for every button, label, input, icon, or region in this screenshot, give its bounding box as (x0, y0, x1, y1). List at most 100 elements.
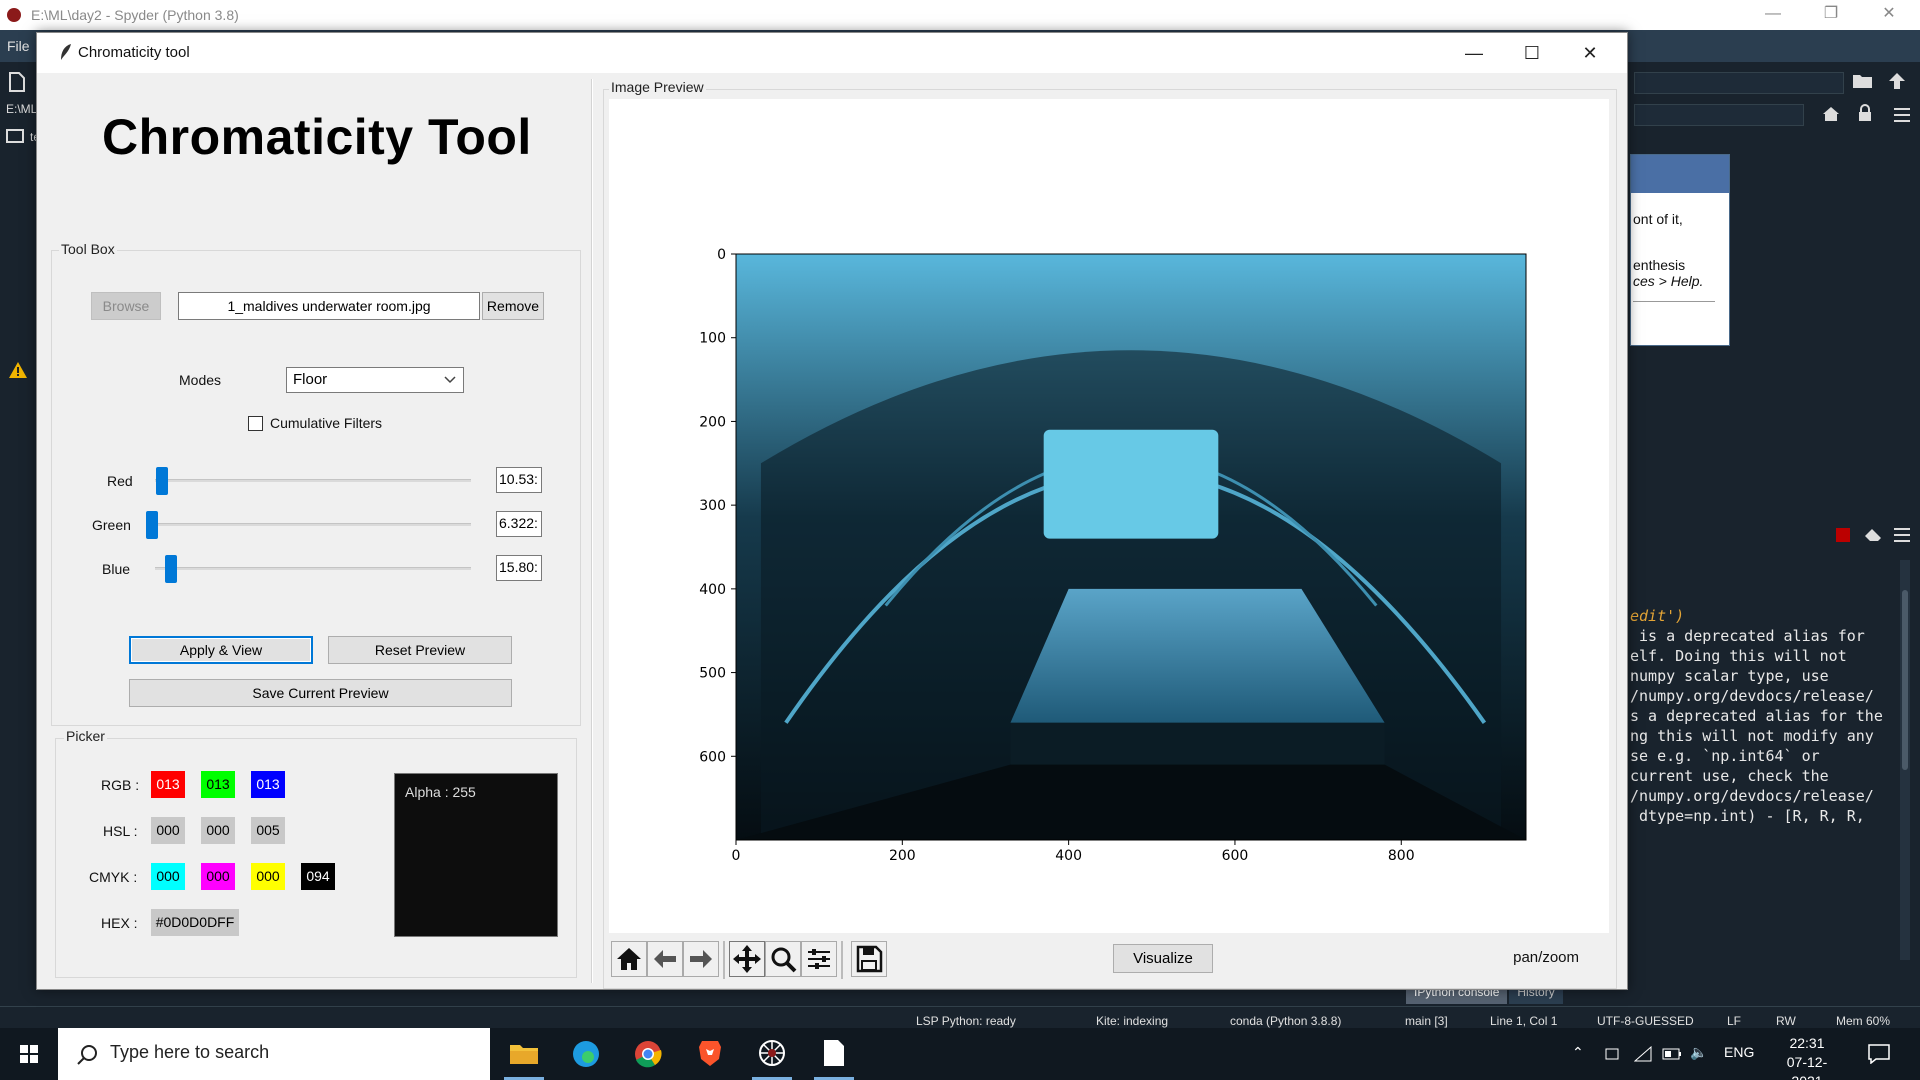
chrome-icon (635, 1041, 662, 1068)
browse-button[interactable]: Browse (91, 292, 161, 320)
console-line: is a deprecated alias for (1630, 627, 1865, 645)
cmyk-cyan-value: 000 (151, 863, 185, 890)
wifi-icon[interactable] (1634, 1046, 1652, 1062)
cumulative-filters-checkbox[interactable] (248, 416, 263, 431)
picker-label: Picker (64, 728, 107, 744)
help-pane-header (1631, 155, 1729, 193)
encoding-status: UTF-8-GUESSED (1597, 1014, 1694, 1028)
spyder-dir-combo[interactable] (1634, 72, 1844, 94)
visualize-button[interactable]: Visualize (1113, 944, 1213, 973)
hsl-lightness-value: 005 (251, 817, 285, 844)
conda-status[interactable]: conda (Python 3.8.8) (1230, 1014, 1341, 1028)
back-button[interactable] (647, 941, 683, 977)
y-tick-label: 0 (717, 247, 726, 263)
hsl-label: HSL : (103, 823, 138, 839)
remove-button[interactable]: Remove (482, 292, 544, 320)
home-help-icon[interactable] (1822, 106, 1840, 122)
green-value-field[interactable]: 6.322: (496, 511, 542, 537)
console-header (1630, 522, 1920, 550)
new-file-icon[interactable] (8, 72, 26, 92)
close-icon[interactable]: ✕ (1561, 33, 1619, 73)
volume-icon[interactable]: 🔈 (1690, 1044, 1707, 1061)
rgb-label: RGB : (101, 777, 140, 793)
save-preview-button[interactable]: Save Current Preview (129, 679, 512, 707)
pan-button[interactable] (729, 941, 765, 977)
green-slider-thumb[interactable] (146, 511, 159, 539)
red-slider-track[interactable] (155, 479, 471, 482)
search-icon (77, 1045, 97, 1065)
plot-canvas[interactable]: 0 200 400 600 800 0 100 200 300 400 500 600 (609, 99, 1609, 933)
edge-app[interactable] (556, 1028, 616, 1080)
console-scrollbar[interactable] (1900, 560, 1910, 960)
notification-icon[interactable] (1868, 1044, 1890, 1064)
language-indicator[interactable]: ENG (1724, 1044, 1754, 1060)
stop-console-icon[interactable] (1836, 528, 1850, 542)
reset-preview-button[interactable]: Reset Preview (328, 636, 512, 664)
tray-chevron-up-icon[interactable]: ⌃ (1572, 1044, 1584, 1061)
modes-dropdown[interactable]: Floor (286, 367, 464, 393)
taskbar-clock[interactable]: 22:31 07-12-2021 (1772, 1034, 1842, 1080)
green-slider-track[interactable] (155, 523, 471, 526)
spyder-app[interactable] (742, 1028, 802, 1080)
taskbar-search[interactable]: Type here to search (58, 1028, 490, 1080)
battery-icon[interactable] (1662, 1048, 1682, 1060)
console-scrollbar-thumb[interactable] (1902, 590, 1908, 770)
apply-view-button[interactable]: Apply & View (129, 636, 313, 664)
memory-status: Mem 60% (1836, 1014, 1891, 1028)
parent-dir-icon[interactable] (1888, 72, 1906, 90)
modes-label: Modes (179, 372, 222, 388)
browse-tabs-icon[interactable] (6, 128, 24, 144)
bed-base (1010, 722, 1385, 765)
open-folder-icon[interactable] (1852, 72, 1874, 90)
maximize-icon[interactable]: ☐ (1503, 33, 1561, 73)
x-tick-label: 400 (1055, 848, 1082, 864)
toolbox-label: Tool Box (59, 241, 117, 257)
kite-status[interactable]: Kite: indexing (1096, 1014, 1168, 1028)
brave-app[interactable] (680, 1028, 740, 1080)
hex-label: HEX : (101, 915, 138, 931)
configure-button[interactable] (801, 941, 837, 977)
spyder-close-icon[interactable]: ✕ (1860, 0, 1918, 30)
image-plot[interactable]: 0 200 400 600 800 0 100 200 300 400 500 600 (609, 99, 1609, 933)
back-icon (654, 950, 676, 968)
blue-slider-track[interactable] (155, 567, 471, 570)
file-name-field[interactable]: 1_maldives underwater room.jpg (178, 292, 480, 320)
console-line: ng this will not modify any (1630, 727, 1874, 745)
chrome-app[interactable] (618, 1028, 678, 1080)
spyder-minimize-icon[interactable]: — (1744, 0, 1802, 30)
eraser-icon[interactable] (1864, 528, 1882, 542)
lsp-status[interactable]: LSP Python: ready (916, 1014, 1016, 1028)
home-button[interactable] (611, 941, 647, 977)
red-value-field[interactable]: 10.53: (496, 467, 542, 493)
document-app[interactable] (804, 1028, 864, 1080)
help-menu-icon[interactable] (1894, 108, 1910, 122)
home-icon (617, 948, 641, 970)
file-explorer-app[interactable] (494, 1028, 554, 1080)
git-status: main [3] (1405, 1014, 1448, 1028)
console-line: dtype=np.int) - [R, R, R, (1630, 807, 1865, 825)
people-icon[interactable] (1604, 1046, 1620, 1062)
toolbar-separator (841, 941, 843, 979)
forward-button[interactable] (683, 941, 719, 977)
blue-value-field[interactable]: 15.80: (496, 555, 542, 581)
help-source-combo[interactable] (1634, 104, 1804, 126)
console-menu-icon[interactable] (1894, 528, 1910, 542)
minimize-icon[interactable]: — (1445, 33, 1503, 73)
spyder-restore-icon[interactable]: ❐ (1802, 0, 1860, 30)
windows-start-icon[interactable] (0, 1028, 58, 1080)
clock-time: 22:31 (1789, 1035, 1825, 1051)
blue-slider-thumb[interactable] (165, 555, 178, 583)
pane-divider[interactable] (591, 79, 593, 983)
save-icon (856, 945, 883, 973)
chevron-down-icon (444, 376, 456, 384)
help-divider (1633, 301, 1715, 302)
zoom-button[interactable] (765, 941, 801, 977)
console-line: elf. Doing this will not (1630, 647, 1847, 665)
red-slider-thumb[interactable] (155, 467, 168, 495)
lock-icon[interactable] (1858, 104, 1872, 122)
menu-file[interactable]: File (7, 38, 30, 54)
save-figure-button[interactable] (851, 941, 887, 977)
app-window-title: Chromaticity tool (78, 44, 190, 61)
edge-icon (573, 1041, 599, 1067)
toolbar-separator (723, 941, 725, 979)
